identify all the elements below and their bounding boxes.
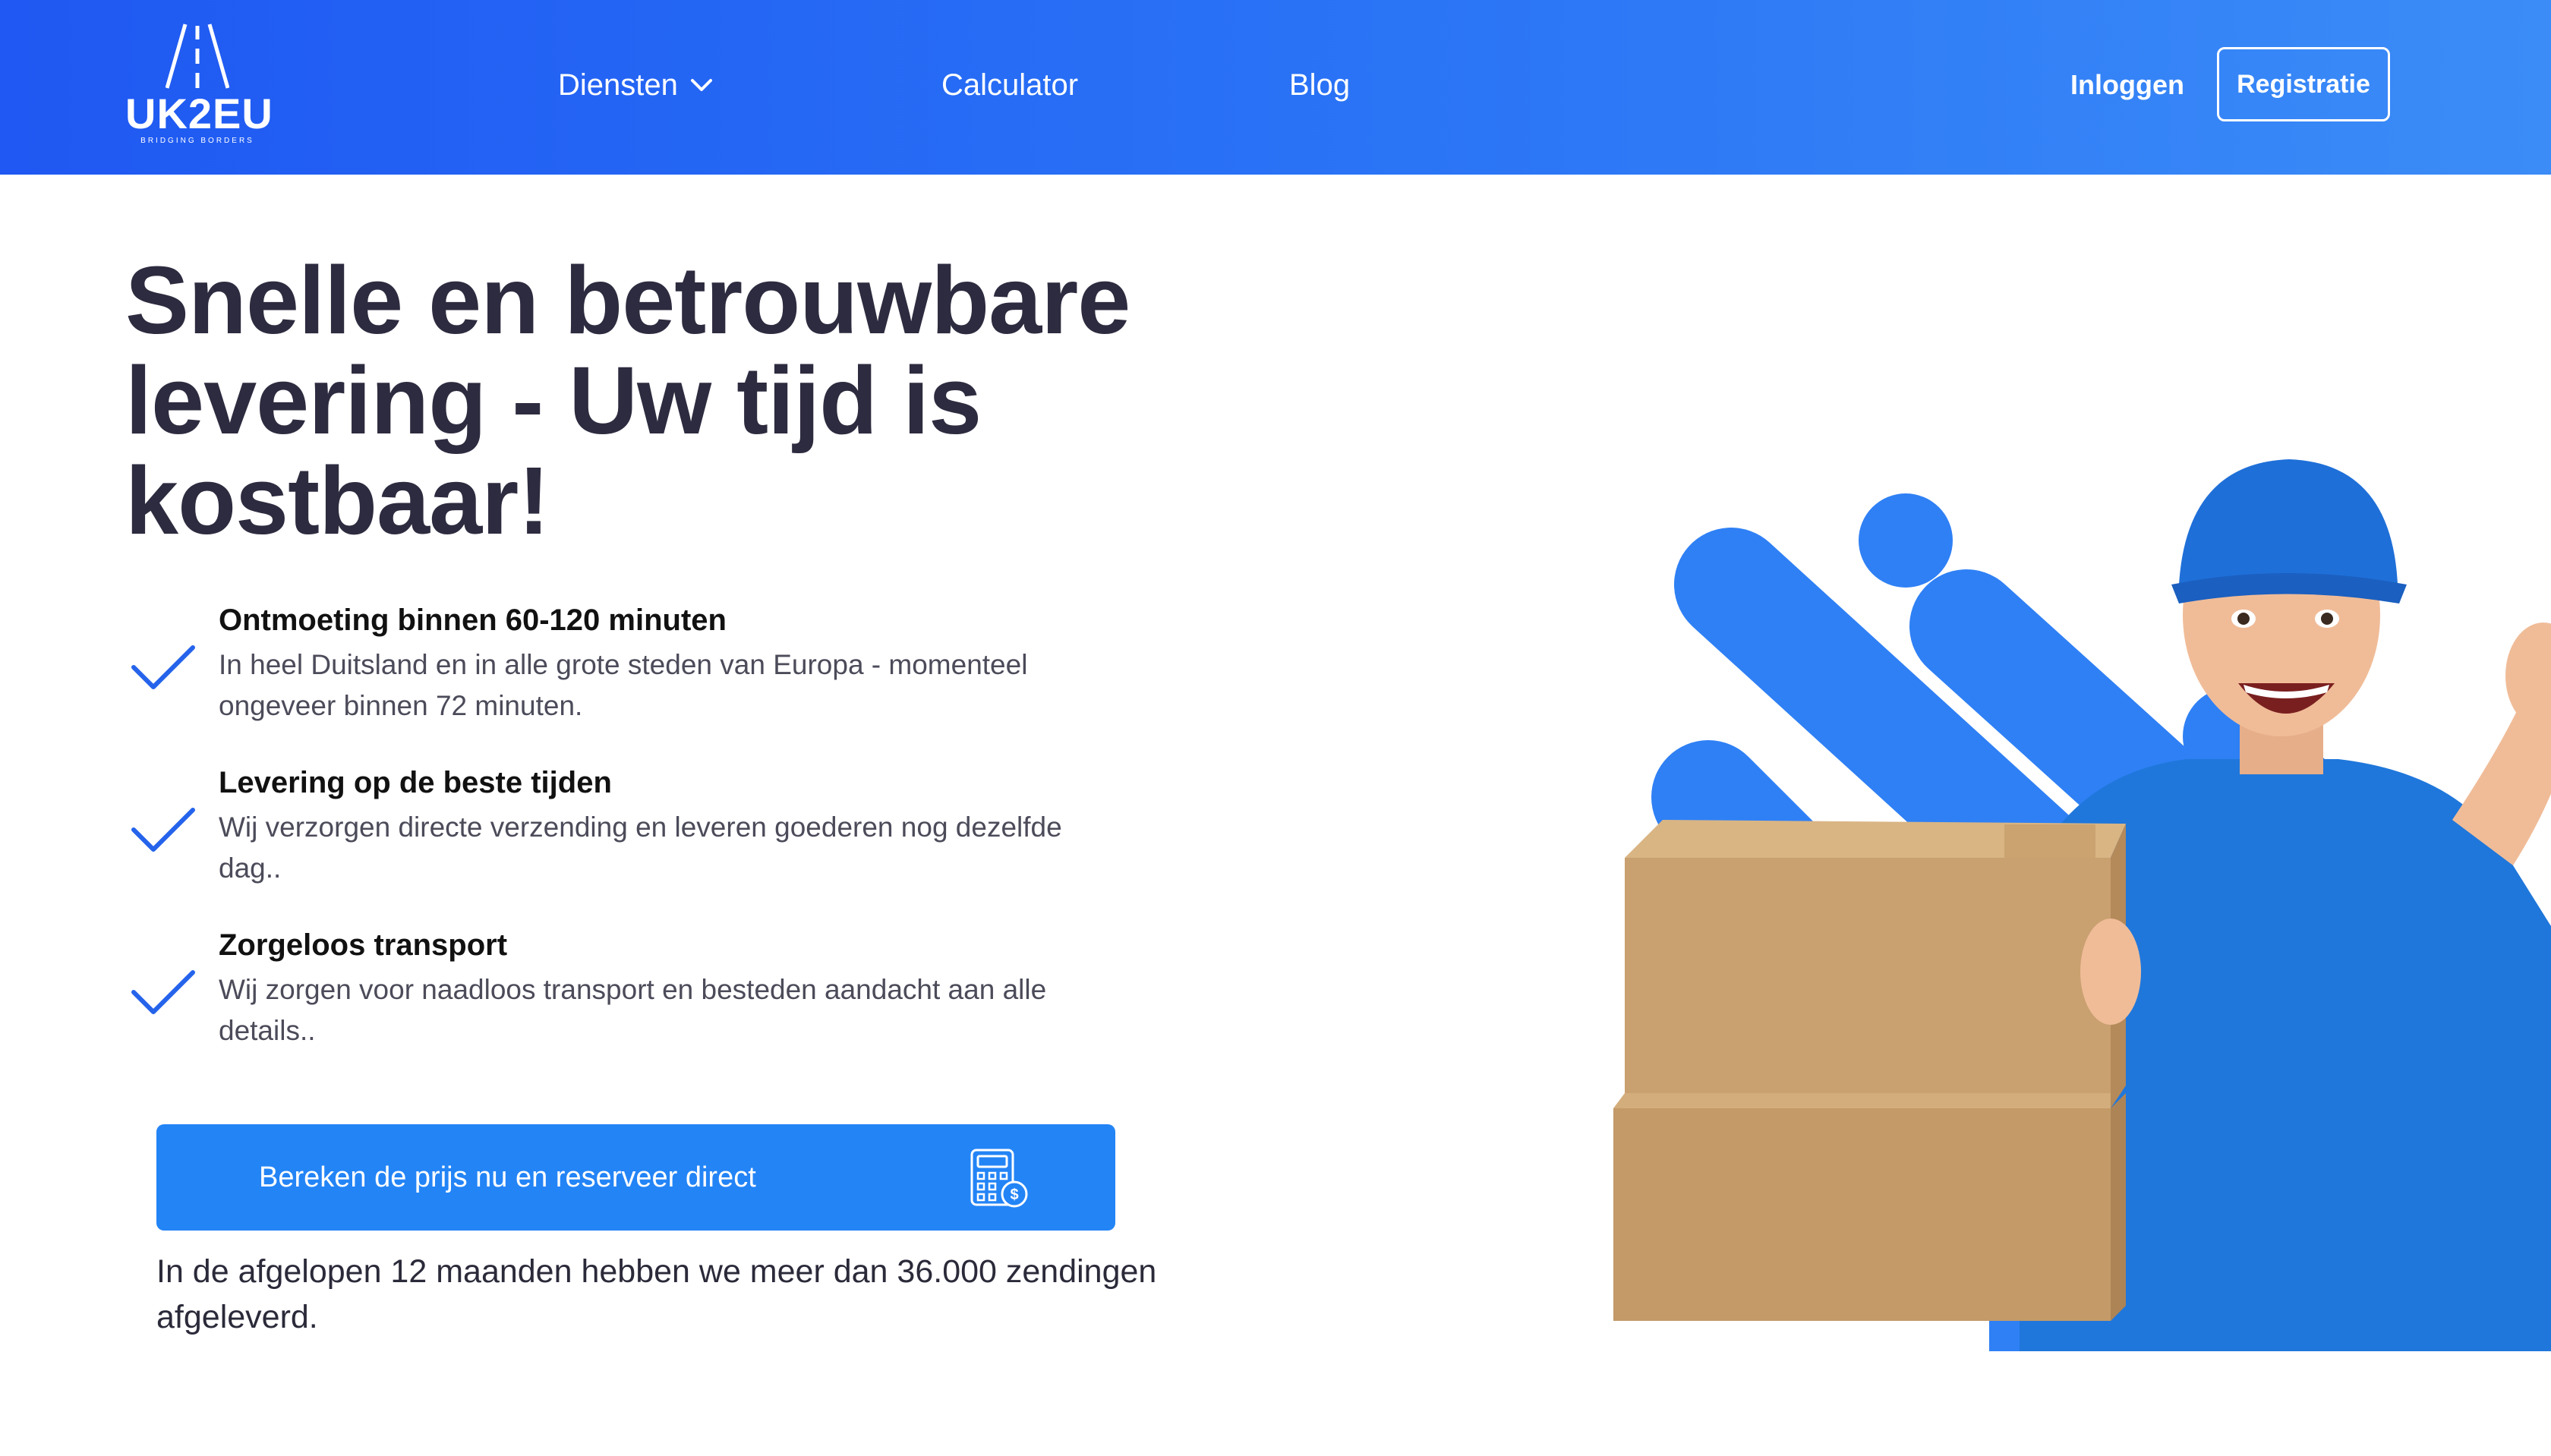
svg-text:$: $ <box>1010 1187 1018 1203</box>
shipments-stat-note: In de afgelopen 12 maanden hebben we mee… <box>156 1253 1157 1335</box>
chevron-down-icon <box>690 79 712 91</box>
calculate-price-button[interactable]: Bereken de prijs nu en reserveer direct … <box>156 1124 1115 1231</box>
nav-calculator[interactable]: Calculator <box>941 62 1078 108</box>
login-link[interactable]: Inloggen <box>2070 62 2184 108</box>
nav-blog[interactable]: Blog <box>1289 62 1350 108</box>
road-icon <box>166 24 229 89</box>
uk2eu-logo[interactable]: UK2EU BRIDGING BORDERS <box>125 23 273 152</box>
logo-wordmark: UK2EU <box>125 90 273 137</box>
register-button[interactable]: Registratie <box>2217 47 2390 121</box>
feature-description: Wij zorgen voor naadloos transport en be… <box>219 974 1047 1046</box>
nav-diensten-label: Diensten <box>558 68 678 102</box>
delivery-person-illustration <box>1613 459 2551 1351</box>
calculator-icon: $ <box>970 1149 1028 1208</box>
site-header: UK2EU BRIDGING BORDERS Diensten Calculat… <box>0 0 2551 175</box>
hero-title: Snelle en betrouwbare levering - Uw tijd… <box>125 247 1130 554</box>
cta-label: Bereken de prijs nu en reserveer direct <box>259 1161 756 1193</box>
logo-tagline: BRIDGING BORDERS <box>140 137 254 145</box>
check-icon <box>131 645 195 689</box>
feature-description: Wij verzorgen directe verzending en leve… <box>219 812 1062 884</box>
feature-title: Levering op de beste tijden <box>219 766 612 799</box>
check-icon <box>131 808 195 852</box>
feature-title: Zorgeloos transport <box>219 928 508 962</box>
feature-description: In heel Duitsland en in alle grote stede… <box>219 649 1028 721</box>
check-icon <box>131 970 195 1014</box>
nav-diensten[interactable]: Diensten <box>558 62 713 108</box>
feature-title: Ontmoeting binnen 60-120 minuten <box>219 604 727 637</box>
